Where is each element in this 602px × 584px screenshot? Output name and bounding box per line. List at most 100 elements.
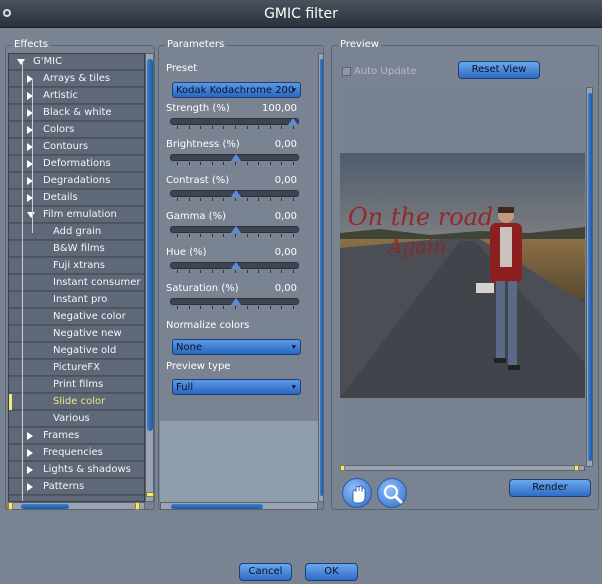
- chevron-down-icon: ⯆: [290, 343, 297, 352]
- slider-tick: [269, 306, 271, 309]
- slider-tick: [293, 270, 294, 273]
- slider-tick: [269, 270, 271, 273]
- preset-dropdown[interactable]: Kodak Kodachrome 200 ⯆: [172, 82, 301, 98]
- effects-vscroll-thumb[interactable]: [147, 59, 153, 431]
- effects-tree: G'MIC Arrays & tiles Artistic Black & white…: [8, 53, 145, 502]
- tree-guide-line: [22, 62, 23, 501]
- tree-item-label: Colors: [43, 124, 75, 135]
- parameters-vscrollbar[interactable]: [318, 53, 324, 502]
- preview-title: Preview: [338, 39, 381, 50]
- parameters-title: Parameters: [165, 39, 227, 50]
- slider-track[interactable]: [170, 154, 299, 165]
- tree-item-label: Artistic: [43, 90, 79, 101]
- preview-vscrollbar[interactable]: [586, 87, 593, 467]
- slider-label: Contrast (%): [166, 175, 230, 186]
- tree-item-label: Arrays & tiles: [43, 73, 111, 84]
- tree-item[interactable]: G'MIC: [9, 54, 144, 70]
- parameters-hscroll-thumb[interactable]: [171, 504, 263, 509]
- hand-tool-button[interactable]: [342, 478, 372, 508]
- preview-vscroll-thumb[interactable]: [588, 93, 592, 461]
- tree-item[interactable]: Instant pro: [9, 292, 144, 308]
- tree-item[interactable]: Patterns: [9, 479, 144, 495]
- title-bar: GMIC filter: [0, 0, 602, 28]
- zoom-tool-button[interactable]: [377, 478, 407, 508]
- slider-tick: [258, 234, 260, 237]
- tree-item[interactable]: Black & white: [9, 105, 144, 121]
- effects-vscrollbar[interactable]: [145, 53, 154, 502]
- slider-tick: [235, 162, 236, 165]
- tree-item[interactable]: Arrays & tiles: [9, 71, 144, 87]
- slider-knob[interactable]: [230, 190, 241, 197]
- tree-item[interactable]: Instant consumer: [9, 275, 144, 291]
- expand-arrow-icon[interactable]: [27, 449, 33, 457]
- tree-item[interactable]: Colors: [9, 122, 144, 138]
- tree-item[interactable]: Negative old: [9, 343, 144, 359]
- tree-item-label: PictureFX: [53, 362, 100, 373]
- slider-tick: [188, 306, 190, 309]
- tree-item[interactable]: Lights & shadows: [9, 462, 144, 478]
- tree-guide-line: [32, 79, 33, 233]
- slider-tick: [293, 234, 294, 237]
- auto-update-label: Auto Update: [354, 66, 417, 77]
- slider-tick: [223, 162, 225, 165]
- slider-tick: [188, 270, 190, 273]
- preview-image: On the road Again: [340, 153, 585, 398]
- collapse-arrow-icon[interactable]: [17, 59, 25, 65]
- tree-item[interactable]: Fuji xtrans: [9, 258, 144, 274]
- tree-item-label: Negative new: [53, 328, 122, 339]
- reset-view-button[interactable]: Reset View: [458, 61, 540, 79]
- cancel-button[interactable]: Cancel: [239, 563, 292, 581]
- tree-item[interactable]: Negative color: [9, 309, 144, 325]
- effects-hscrollbar[interactable]: [8, 502, 145, 510]
- tree-item[interactable]: Negative new: [9, 326, 144, 342]
- slider-tick: [188, 198, 190, 201]
- effects-hscroll-thumb[interactable]: [21, 504, 69, 509]
- tree-item[interactable]: B&W films: [9, 241, 144, 257]
- render-button[interactable]: Render: [509, 479, 591, 497]
- slider-tick: [200, 306, 202, 309]
- slider-tick: [258, 306, 260, 309]
- effects-scroll-end-vbottom: [146, 492, 154, 497]
- slider-track[interactable]: [170, 262, 299, 273]
- tree-item[interactable]: Various: [9, 411, 144, 427]
- parameters-vscroll-thumb[interactable]: [320, 59, 323, 496]
- tree-item[interactable]: Details: [9, 190, 144, 206]
- slider-knob[interactable]: [230, 154, 241, 161]
- preview-type-dropdown[interactable]: Full ⯆: [172, 379, 301, 395]
- tree-item[interactable]: PictureFX: [9, 360, 144, 376]
- parameters-hscrollbar[interactable]: [160, 502, 318, 510]
- preset-value: Kodak Kodachrome 200: [176, 85, 295, 96]
- tree-item-selected[interactable]: Slide color: [9, 394, 144, 410]
- tree-item[interactable]: Degradations: [9, 173, 144, 189]
- slider-knob[interactable]: [230, 226, 241, 233]
- tree-item[interactable]: Print films: [9, 377, 144, 393]
- tree-item[interactable]: Film emulation: [9, 207, 144, 223]
- tree-item[interactable]: Frequencies: [9, 445, 144, 461]
- slider-tick: [246, 270, 248, 273]
- tree-item[interactable]: Contours: [9, 139, 144, 155]
- slider-tick: [200, 126, 202, 129]
- slider-track[interactable]: [170, 190, 299, 201]
- expand-arrow-icon[interactable]: [27, 466, 33, 474]
- slider-track[interactable]: [170, 298, 299, 309]
- preview-hscrollbar[interactable]: [340, 465, 585, 471]
- auto-update-checkbox[interactable]: [342, 67, 351, 76]
- normalize-dropdown[interactable]: None ⯆: [172, 339, 301, 355]
- slider-tick: [188, 126, 190, 129]
- collapse-arrow-icon[interactable]: [27, 212, 35, 218]
- tree-item[interactable]: Frames: [9, 428, 144, 444]
- tree-item[interactable]: Artistic: [9, 88, 144, 104]
- slider-knob[interactable]: [230, 298, 241, 305]
- expand-arrow-icon[interactable]: [27, 483, 33, 491]
- tree-item[interactable]: Add grain: [9, 224, 144, 240]
- slider-knob[interactable]: [230, 262, 241, 269]
- slider-tick: [223, 234, 225, 237]
- slider-track[interactable]: [170, 118, 299, 129]
- ok-button[interactable]: OK: [305, 563, 358, 581]
- slider-track[interactable]: [170, 226, 299, 237]
- expand-arrow-icon[interactable]: [27, 432, 33, 440]
- tree-item-label: Various: [53, 413, 90, 424]
- slider-knob[interactable]: [288, 118, 298, 125]
- tree-item[interactable]: Deformations: [9, 156, 144, 172]
- slider-value: 0,00: [274, 211, 297, 222]
